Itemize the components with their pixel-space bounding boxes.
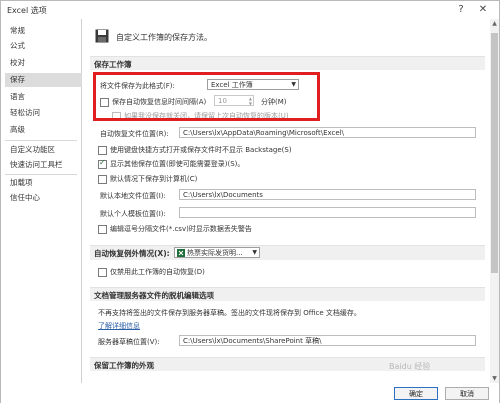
sidebar-item-add-ins[interactable]: 加载项 [5,176,82,190]
sidebar-item-customize-ribbon[interactable]: 自定义功能区 [5,143,82,157]
section-title: 保存工作簿 [94,60,132,69]
local-location-field[interactable]: C:\Users\lx\Documents [179,189,476,200]
disable-autorecover-label: 仅禁用此工作簿的自动恢复(D) [110,268,205,276]
help-icon[interactable]: ? [453,3,469,17]
cancel-button[interactable]: 取消 [445,387,489,400]
sidebar-item-quick-access-toolbar[interactable]: 快速访问工具栏 [5,158,82,172]
vertical-scrollbar[interactable]: ▲ ▼ [490,19,499,383]
section-title: 自动恢复例外情况(X): [94,249,170,258]
sidebar-item-advanced[interactable]: 高级 [5,123,82,137]
offline-description: 不再支持将签出的文件保存到服务器草稿。签出的文件现将保存到 Office 文档缓… [98,309,361,317]
disable-autorecover-checkbox[interactable] [98,268,107,277]
sidebar-item-formulas[interactable]: 公式 [5,39,82,53]
sidebar-divider [5,140,77,141]
learn-more-link[interactable]: 了解详细信息 [98,321,140,331]
sidebar-item-proofing[interactable]: 校对 [5,56,82,70]
window-title: Excel 选项 [7,6,47,15]
sidebar-item-general[interactable]: 常规 [5,24,82,38]
ok-button[interactable]: 确定 [394,387,438,400]
server-drafts-field[interactable]: C:\Users\lx\Documents\SharePoint 草稿\ [179,335,476,346]
sidebar-item-language[interactable]: 语言 [5,90,82,104]
show-more-locations-checkbox[interactable] [98,158,107,169]
autorecover-location-label: 自动恢复文件位置(R): [100,130,169,138]
template-location-label: 默认个人模板位置(I): [100,210,166,218]
sidebar-item-save[interactable]: 保存 [5,73,82,87]
scrollbar-thumb[interactable] [491,33,498,273]
section-autorecover-exceptions: 自动恢复例外情况(X): [90,245,485,260]
sidebar-item-accessibility[interactable]: 轻松访问 [5,106,82,120]
save-to-computer-label: 默认情况下保存到计算机(C) [110,175,198,183]
autorecover-location-field[interactable]: C:\Users\lx\AppData\Roaming\Microsoft\Ex… [179,127,476,138]
dialog-footer: 确定 取消 [1,383,499,404]
sidebar: 常规 公式 校对 保存 语言 轻松访问 高级 自定义功能区 快速访问工具栏 加载… [1,19,82,404]
csv-warning-checkbox[interactable] [98,225,107,234]
exception-workbook-dropdown[interactable]: 热票实际发货明... ▼ [174,247,260,258]
template-location-field[interactable] [179,207,476,218]
watermark-logo: Baidu 经验 [389,362,431,371]
scroll-up-icon[interactable]: ▲ [490,19,499,28]
section-title: 文档管理服务器文件的脱机编辑选项 [94,291,214,300]
sidebar-divider [5,174,77,175]
section-save-workbooks: 保存工作簿 [90,56,485,70]
section-title: 保留工作簿的外观 [94,361,154,370]
backstage-label: 使用键盘快捷方式打开或保存文件时不显示 Backstage(S) [110,146,292,154]
backstage-checkbox[interactable] [98,146,107,155]
close-icon[interactable]: ✕ [475,3,491,17]
excel-icon [177,249,185,257]
excel-options-dialog: Excel 选项 ? ✕ 常规 公式 校对 保存 语言 轻松访问 高级 自定义功… [0,0,500,404]
chevron-down-icon: ▼ [252,249,257,256]
exception-workbook-value: 热票实际发货明... [187,249,243,257]
highlight-box [93,72,320,121]
local-location-label: 默认本地文件位置(I): [100,192,166,200]
csv-warning-label: 编辑逗号分隔文件(*.csv)时显示数据丢失警告 [110,225,252,233]
save-disk-icon [95,29,109,43]
sidebar-item-trust-center[interactable]: 信任中心 [5,191,82,205]
show-more-locations-label: 显示其他保存位置(即使可能需要登录)(S)。 [110,160,245,168]
save-to-computer-checkbox[interactable] [98,175,107,184]
page-header: 自定义工作簿的保存方法。 [116,33,212,42]
section-offline-editing: 文档管理服务器文件的脱机编辑选项 [90,287,485,301]
server-drafts-label: 服务器草稿位置(V): [98,338,160,346]
scroll-down-icon[interactable]: ▼ [490,374,499,383]
title-bar: Excel 选项 ? ✕ [1,1,499,19]
